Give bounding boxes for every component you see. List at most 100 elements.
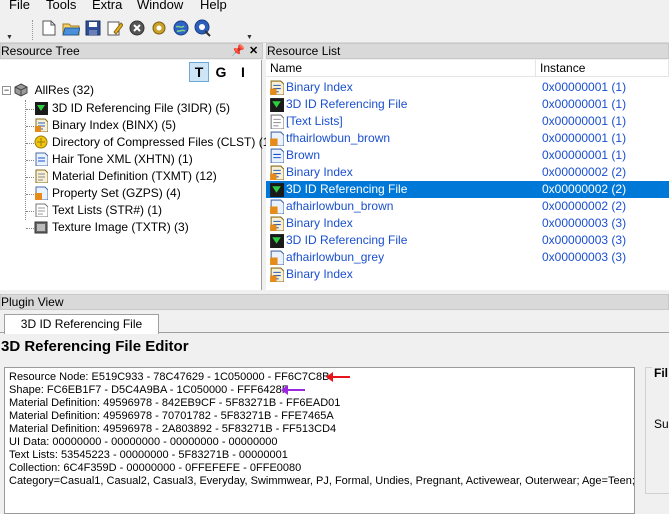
tree-view-tabs: T G I xyxy=(189,62,253,84)
menu-extra[interactable]: Extra xyxy=(92,0,122,12)
list-row-instance: 0x00000001 (1) xyxy=(542,97,627,111)
menu-help[interactable]: Help xyxy=(200,0,227,12)
file-group-label: Fil xyxy=(652,366,669,380)
reference-line: Material Definition: 49596978 - 842EB9CF… xyxy=(9,397,341,409)
list-row-instance: 0x00000002 (2) xyxy=(542,165,627,179)
menu-file[interactable]: File xyxy=(9,0,30,12)
reference-line: Resource Node: E519C933 - 78C47629 - 1C0… xyxy=(9,371,330,383)
toolbar-grip[interactable] xyxy=(32,20,35,40)
list-row[interactable]: 3D ID Referencing File 0x00000003 (3) xyxy=(266,232,669,249)
tree-item[interactable]: Hair Tone XML (XHTN) (1) xyxy=(34,151,193,168)
red-arrow-icon xyxy=(326,372,350,382)
list-row[interactable]: Binary Index 0x00000002 (2) xyxy=(266,164,669,181)
list-row-instance: 0x00000001 (1) xyxy=(542,131,627,145)
tree-root[interactable]: AllRes (32) xyxy=(14,82,94,99)
tree-item[interactable]: Text Lists (STR#) (1) xyxy=(34,202,162,219)
reference-line: Material Definition: 49596978 - 2A803892… xyxy=(9,423,337,435)
menu-window[interactable]: Window xyxy=(137,0,183,12)
toolbar-overflow-icon[interactable]: ▼ xyxy=(6,34,13,41)
plugin-tabstrip: 3D ID Referencing File xyxy=(0,311,669,334)
resource-list: Name Instance Binary Index 0x00000001 (1)… xyxy=(266,60,669,290)
reference-line: Collection: 6C4F359D - 00000000 - 0FFEFE… xyxy=(9,462,302,474)
summary-label: Su xyxy=(654,417,669,431)
reference-line: Shape: FC6EB1F7 - D5C4A9BA - 1C050000 - … xyxy=(9,384,289,396)
list-row[interactable]: afhairlowbun_brown 0x00000002 (2) xyxy=(266,198,669,215)
3idr-icon xyxy=(270,183,284,197)
resource-list-title: Resource List xyxy=(267,44,341,58)
save-icon[interactable] xyxy=(84,19,102,37)
binx-icon xyxy=(270,216,284,231)
tree-item-label: Directory of Compressed Files (CLST) (1) xyxy=(52,135,274,149)
list-row[interactable]: [Text Lists] 0x00000001 (1) xyxy=(266,113,669,130)
close-icon[interactable] xyxy=(128,19,146,37)
column-instance[interactable]: Instance xyxy=(536,60,669,77)
toolbar-overflow-icon-2[interactable]: ▼ xyxy=(246,34,253,41)
tree-item[interactable]: Material Definition (TXMT) (12) xyxy=(34,168,217,185)
tree-item-label: Hair Tone XML (XHTN) (1) xyxy=(52,152,193,166)
binx-icon xyxy=(270,80,284,95)
resource-tree-title: Resource Tree xyxy=(1,44,80,58)
globe-icon[interactable] xyxy=(172,19,190,37)
list-row[interactable]: Binary Index 0x00000003 (3) xyxy=(266,215,669,232)
purple-arrow-icon xyxy=(281,385,305,395)
tree-item-label: Material Definition (TXMT) (12) xyxy=(52,169,217,183)
column-name[interactable]: Name xyxy=(266,60,536,77)
3idr-icon xyxy=(35,102,48,115)
tree-item[interactable]: 3D ID Referencing File (3IDR) (5) xyxy=(34,100,230,117)
help-icon[interactable] xyxy=(194,19,212,37)
tree-item[interactable]: Property Set (GZPS) (4) xyxy=(34,185,181,202)
list-row[interactable]: tfhairlowbun_brown 0x00000001 (1) xyxy=(266,130,669,147)
editor-title: 3D Referencing File Editor xyxy=(0,334,669,362)
list-row-name: afhairlowbun_brown xyxy=(286,199,394,213)
tree-item-label: 3D ID Referencing File (3IDR) (5) xyxy=(52,101,231,115)
open-icon[interactable] xyxy=(62,19,80,37)
tab-3d-id-referencing-file[interactable]: 3D ID Referencing File xyxy=(4,314,159,334)
gear-icon[interactable] xyxy=(150,19,168,37)
list-row[interactable]: Binary Index xyxy=(266,266,669,283)
list-row-name: 3D ID Referencing File xyxy=(286,182,408,196)
reference-line: UI Data: 00000000 - 00000000 - 00000000 … xyxy=(9,436,278,448)
list-row-instance: 0x00000001 (1) xyxy=(542,80,627,94)
list-row-instance: 0x00000003 (3) xyxy=(542,233,627,247)
tree-item-label: Binary Index (BINX) (5) xyxy=(52,118,177,132)
tree-tab-group[interactable]: G xyxy=(211,62,231,82)
resource-tree-header: Resource Tree 📌 ✕ xyxy=(0,43,263,59)
list-row-name: Binary Index xyxy=(286,267,353,281)
list-row[interactable]: 3D ID Referencing File 0x00000002 (2) xyxy=(266,181,669,198)
binx-icon xyxy=(35,118,48,132)
tree-item[interactable]: Directory of Compressed Files (CLST) (1) xyxy=(34,134,273,151)
list-row-name: 3D ID Referencing File xyxy=(286,233,408,247)
tree-item-label: Text Lists (STR#) (1) xyxy=(52,203,163,217)
menu-tools[interactable]: Tools xyxy=(46,0,76,12)
edit-icon[interactable] xyxy=(106,19,124,37)
list-row-name: afhairlowbun_grey xyxy=(286,250,385,264)
gzps-icon xyxy=(270,250,284,265)
toolbar: ▼ ▼ xyxy=(0,16,669,43)
menu-bar: File Tools Extra Window Help xyxy=(0,0,669,14)
reference-textbox[interactable]: Resource Node: E519C933 - 78C47629 - 1C0… xyxy=(4,367,635,514)
collapse-icon[interactable]: − xyxy=(2,86,11,95)
tree-item[interactable]: Texture Image (TXTR) (3) xyxy=(34,219,189,236)
list-row-instance: 0x00000001 (1) xyxy=(542,148,627,162)
list-row-name: Brown xyxy=(286,148,321,162)
list-row[interactable]: Brown 0x00000001 (1) xyxy=(266,147,669,164)
close-panel-icon[interactable]: ✕ xyxy=(249,44,258,58)
str-icon xyxy=(270,114,284,129)
xhtn-icon xyxy=(270,148,284,163)
reference-line: Material Definition: 49596978 - 70701782… xyxy=(9,410,334,422)
new-icon[interactable] xyxy=(40,19,58,37)
pin-icon[interactable]: 📌 xyxy=(231,44,245,58)
tree-tab-instance[interactable]: I xyxy=(233,62,253,82)
list-row[interactable]: 3D ID Referencing File 0x00000001 (1) xyxy=(266,96,669,113)
tree-item[interactable]: Binary Index (BINX) (5) xyxy=(34,117,176,134)
list-row[interactable]: afhairlowbun_grey 0x00000003 (3) xyxy=(266,249,669,266)
tree-tab-type[interactable]: T xyxy=(189,62,209,82)
package-icon xyxy=(14,83,28,97)
list-row-name: tfhairlowbun_brown xyxy=(286,131,391,145)
list-row[interactable]: Binary Index 0x00000001 (1) xyxy=(266,79,669,96)
txtr-icon xyxy=(34,221,48,234)
plugin-view-header: Plugin View xyxy=(0,294,669,310)
reference-line: Text Lists: 53545223 - 00000000 - 5F8327… xyxy=(9,449,288,461)
list-row-instance: 0x00000003 (3) xyxy=(542,250,627,264)
list-row-instance: 0x00000001 (1) xyxy=(542,114,627,128)
